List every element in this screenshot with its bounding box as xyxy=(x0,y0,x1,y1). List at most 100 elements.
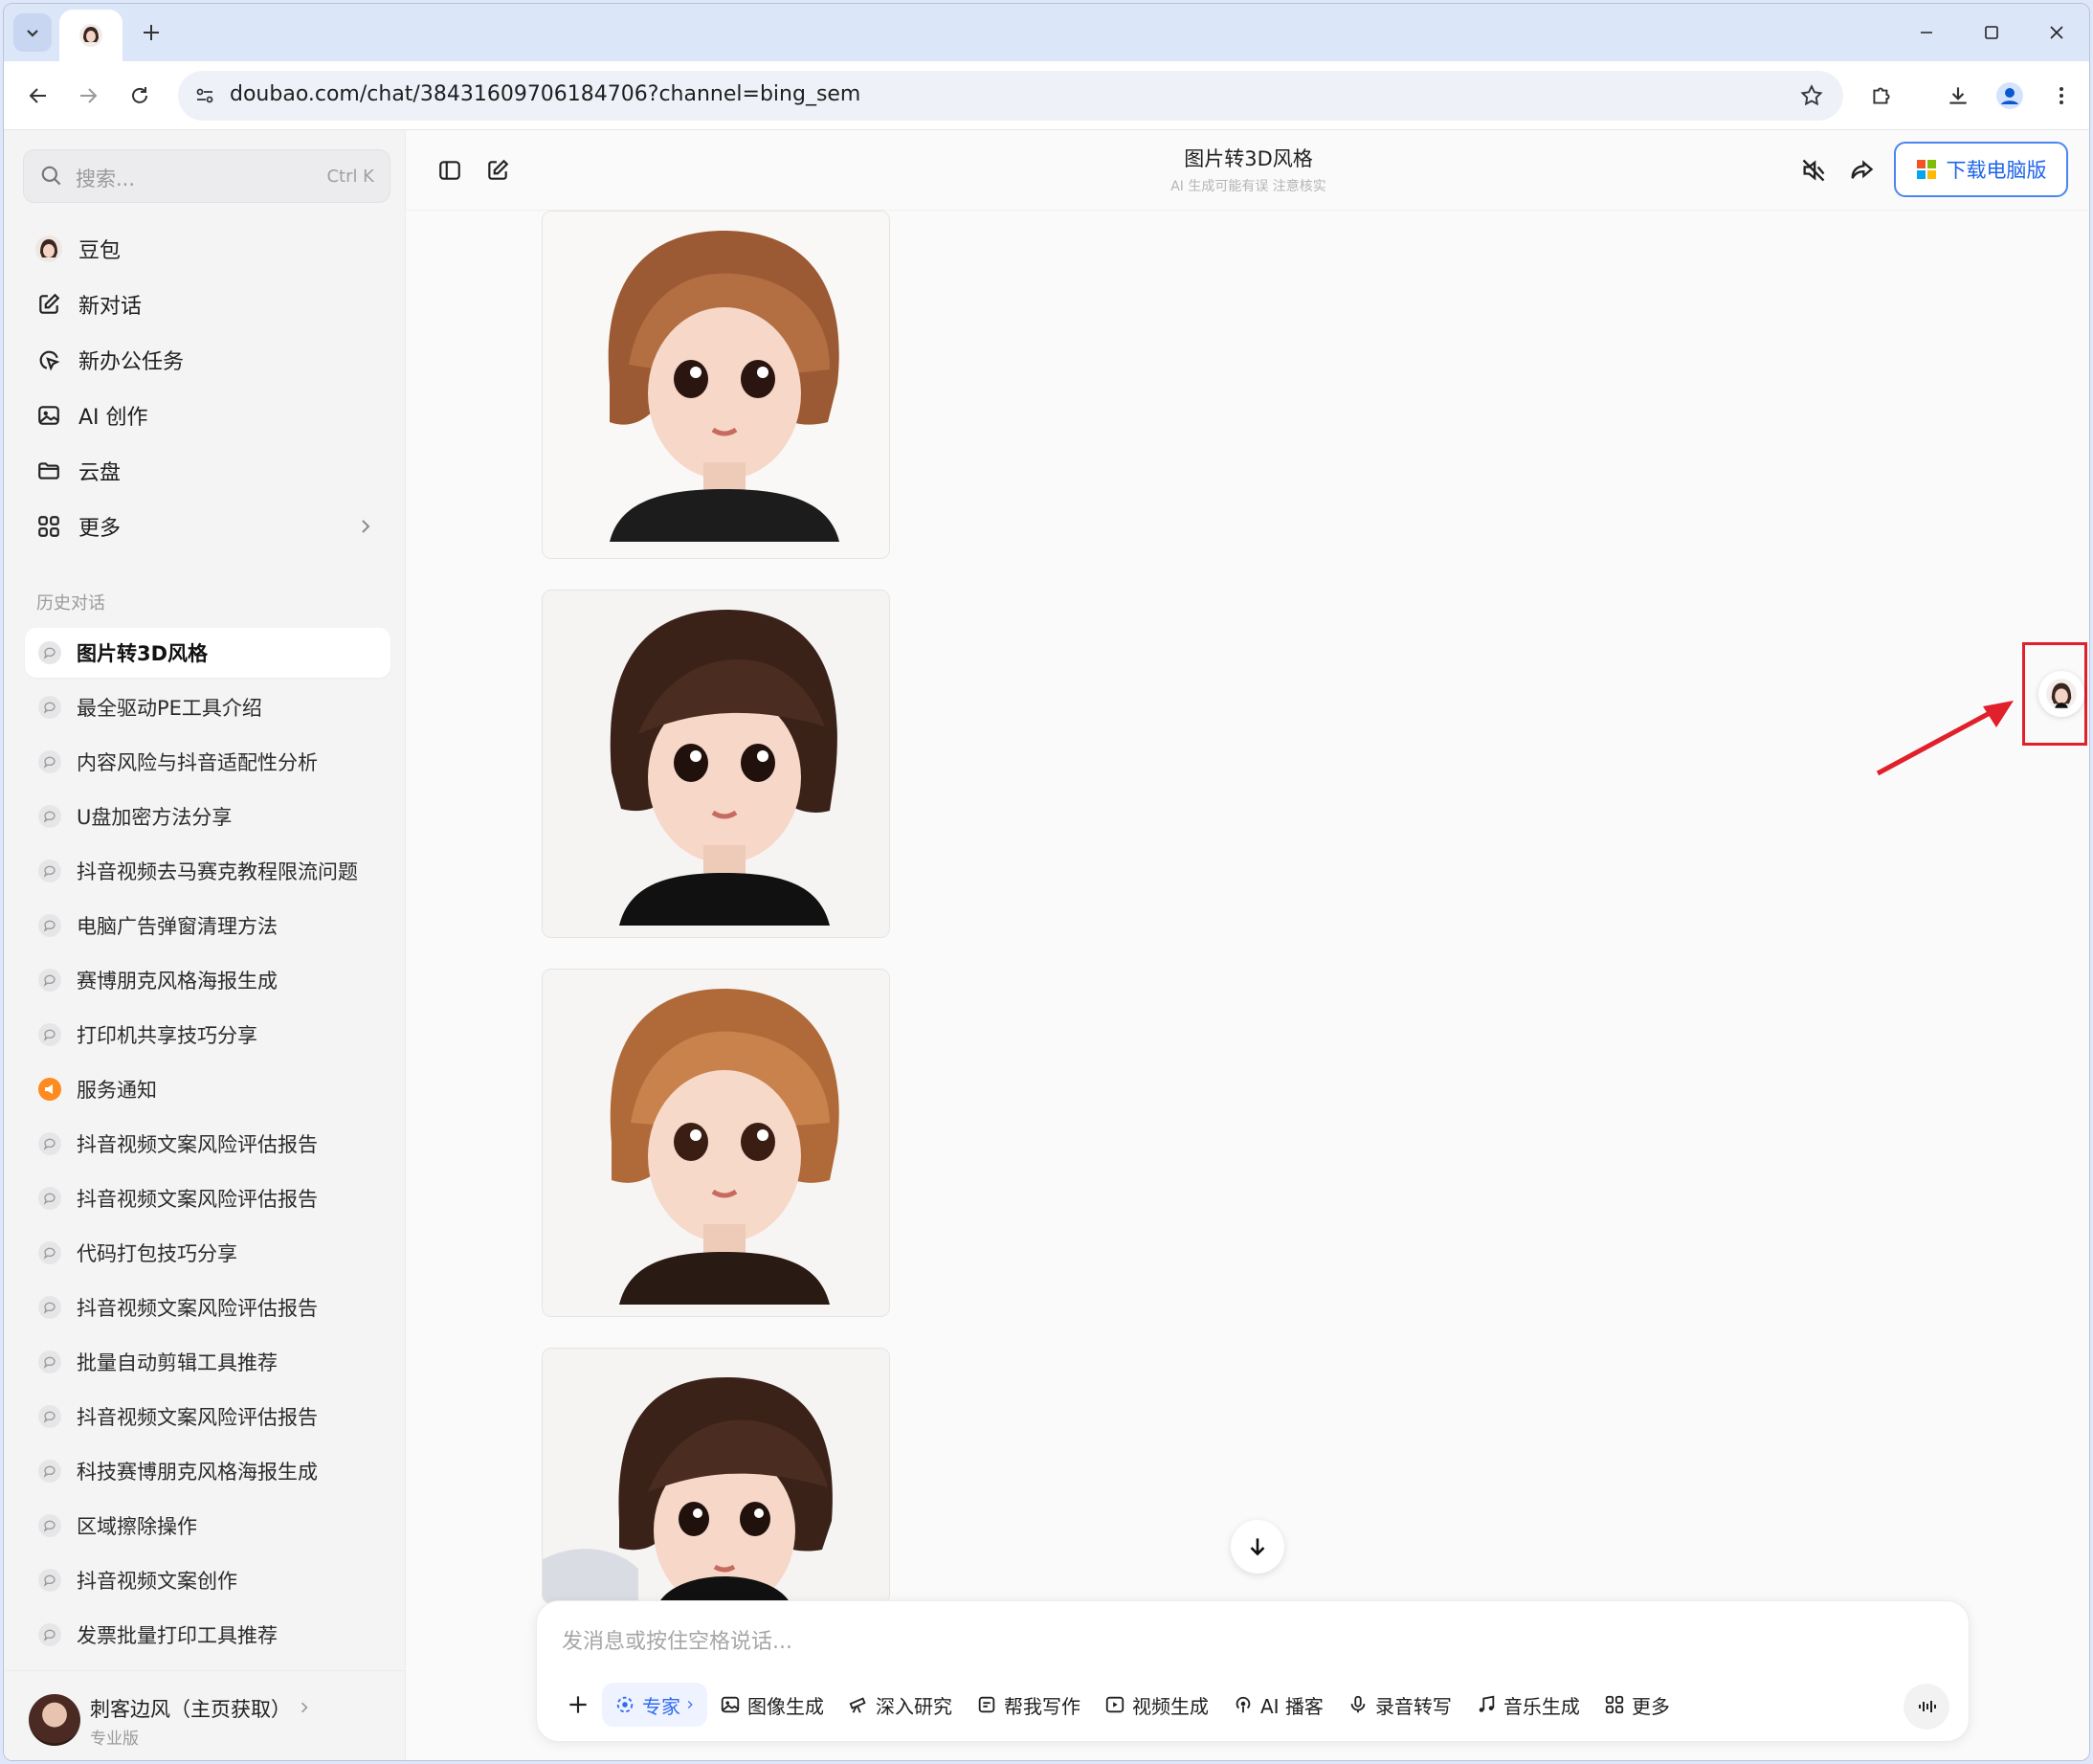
waveform-icon xyxy=(1919,1701,1936,1712)
extensions-button[interactable] xyxy=(1862,77,1901,115)
floating-assistant-button[interactable] xyxy=(2038,671,2084,717)
tool-image-generation[interactable]: 图像生成 xyxy=(707,1683,835,1727)
tool-music-generation[interactable]: 音乐生成 xyxy=(1463,1683,1592,1727)
arrow-right-icon xyxy=(80,88,98,103)
image-icon xyxy=(719,1693,742,1716)
chat-bubble-icon xyxy=(38,750,61,773)
history-item[interactable]: 打印机共享技巧分享 xyxy=(25,1010,390,1060)
history-item[interactable]: 最全驱动PE工具介绍 xyxy=(25,682,390,732)
mute-button[interactable] xyxy=(1794,151,1833,190)
generated-image-3[interactable] xyxy=(542,969,890,1317)
history-item[interactable]: 抖音视频文案风险评估报告 xyxy=(25,1392,390,1441)
history-item-notice[interactable]: 服务通知 xyxy=(25,1064,390,1114)
history-item-label: 抖音视频文案风险评估报告 xyxy=(77,1188,318,1211)
browser-menu-button[interactable] xyxy=(2042,77,2081,115)
tab-search-button[interactable] xyxy=(13,13,52,52)
scroll-to-bottom-button[interactable] xyxy=(1231,1520,1284,1574)
video-icon xyxy=(1103,1693,1126,1716)
message-composer[interactable]: 发消息或按住空格说话... 专家 图像生成 深入研究 帮我写作 视频生成 AI … xyxy=(536,1600,1970,1742)
maximize-button[interactable] xyxy=(1959,4,2024,61)
sidebar-item-ai-creation[interactable]: AI 创作 xyxy=(25,391,389,440)
history-item[interactable]: 抖音视频文案创作 xyxy=(25,1555,390,1605)
tool-label: 图像生成 xyxy=(747,1694,824,1718)
history-item[interactable]: 抖音视频文案风险评估报告 xyxy=(25,1283,390,1332)
history-item[interactable]: 抖音视频文案风险评估报告 xyxy=(25,1173,390,1223)
minimize-button[interactable] xyxy=(1894,4,1959,61)
tool-label: 专家 xyxy=(642,1694,680,1718)
chat-disclaimer: AI 生成可能有误 注意核实 xyxy=(1170,179,1326,194)
search-icon xyxy=(41,166,61,186)
windows-logo-icon xyxy=(1916,160,1936,179)
tool-transcription[interactable]: 录音转写 xyxy=(1335,1683,1463,1727)
profile-icon xyxy=(1996,82,2023,109)
history-item[interactable]: 发票批量打印工具推荐 xyxy=(25,1610,390,1660)
history-item-label: 最全驱动PE工具介绍 xyxy=(77,697,262,720)
voice-input-button[interactable] xyxy=(1904,1684,1949,1730)
sidebar-item-cloud-drive[interactable]: 云盘 xyxy=(25,446,389,496)
history-item[interactable]: 电脑广告弹窗清理方法 xyxy=(25,901,390,950)
forward-button[interactable] xyxy=(69,77,107,115)
chat-bubble-icon xyxy=(38,1623,61,1646)
tool-more[interactable]: 更多 xyxy=(1592,1683,1681,1727)
profile-button[interactable] xyxy=(1991,77,2029,115)
back-button[interactable] xyxy=(19,77,57,115)
composer-input[interactable]: 发消息或按住空格说话... xyxy=(562,1624,792,1655)
chat-bubble-icon xyxy=(38,1514,61,1537)
chat-bubble-icon xyxy=(38,1296,61,1319)
history-item[interactable]: U盘加密方法分享 xyxy=(25,792,390,841)
history-item-label: 抖音视频文案创作 xyxy=(77,1570,237,1593)
download-desktop-button[interactable]: 下载电脑版 xyxy=(1894,142,2068,197)
close-window-button[interactable] xyxy=(2024,4,2089,61)
history-item[interactable]: 区域擦除操作 xyxy=(25,1501,390,1551)
download-desktop-label: 下载电脑版 xyxy=(1946,159,2047,182)
history-item-label: 赛博朋克风格海报生成 xyxy=(77,970,278,993)
add-attachment-button[interactable] xyxy=(554,1683,602,1727)
chevron-right-icon xyxy=(301,1702,308,1713)
sidebar-item-label: 新对话 xyxy=(78,295,143,319)
tool-label: 音乐生成 xyxy=(1503,1694,1580,1718)
chat-bubble-icon xyxy=(38,1351,61,1373)
tool-deep-research[interactable]: 深入研究 xyxy=(835,1683,964,1727)
generated-image-4[interactable] xyxy=(542,1348,890,1604)
tool-label: AI 播客 xyxy=(1260,1694,1324,1718)
tool-label: 视频生成 xyxy=(1132,1694,1209,1718)
reload-button[interactable] xyxy=(121,77,159,115)
sidebar-item-doubao[interactable]: 豆包 xyxy=(25,224,389,274)
tool-writing[interactable]: 帮我写作 xyxy=(964,1683,1092,1727)
new-tab-button[interactable] xyxy=(134,15,168,50)
browser-window: doubao.com/chat/38431609706184706?channe… xyxy=(3,3,2090,1761)
more-vertical-icon xyxy=(2060,87,2063,104)
sidebar-item-more[interactable]: 更多 xyxy=(25,502,389,551)
figure-image xyxy=(543,212,889,558)
browser-tab-doubao[interactable] xyxy=(59,10,122,61)
history-item[interactable]: 抖音视频文案风险评估报告 xyxy=(25,1119,390,1169)
sidebar-item-label: 云盘 xyxy=(78,461,122,485)
tool-expert[interactable]: 专家 xyxy=(602,1683,707,1727)
user-profile[interactable]: 刺客边风（主页获取） 专业版 xyxy=(4,1670,406,1760)
tool-ai-podcast[interactable]: AI 播客 xyxy=(1220,1683,1335,1727)
history-item[interactable]: 图片转3D风格 xyxy=(25,628,390,678)
history-item[interactable]: 赛博朋克风格海报生成 xyxy=(25,955,390,1005)
history-item[interactable]: 抖音视频去马赛克教程限流问题 xyxy=(25,846,390,896)
sidebar-item-new-chat[interactable]: 新对话 xyxy=(25,279,389,329)
sidebar-search[interactable]: 搜索... Ctrl K xyxy=(23,149,390,203)
tool-video-generation[interactable]: 视频生成 xyxy=(1092,1683,1220,1727)
history-item[interactable]: 代码打包技巧分享 xyxy=(25,1228,390,1278)
history-item[interactable]: 内容风险与抖音适配性分析 xyxy=(25,737,390,787)
address-bar[interactable]: doubao.com/chat/38431609706184706?channe… xyxy=(178,71,1843,121)
browser-toolbar: doubao.com/chat/38431609706184706?channe… xyxy=(4,61,2089,130)
history-item[interactable]: 批量自动剪辑工具推荐 xyxy=(25,1337,390,1387)
chat-bubble-icon xyxy=(38,1132,61,1155)
url-text[interactable]: doubao.com/chat/38431609706184706?channe… xyxy=(230,82,860,106)
downloads-button[interactable] xyxy=(1939,77,1977,115)
chevron-right-icon xyxy=(362,520,370,533)
doubao-avatar-icon xyxy=(34,234,63,263)
history-item-label: 内容风险与抖音适配性分析 xyxy=(77,751,318,774)
sidebar-item-office-task[interactable]: 新办公任务 xyxy=(25,335,389,385)
history-item[interactable]: 科技赛博朋克风格海报生成 xyxy=(25,1446,390,1496)
generated-image-1[interactable] xyxy=(542,211,890,559)
document-icon xyxy=(975,1693,998,1716)
share-button[interactable] xyxy=(1842,151,1881,190)
chat-bubble-icon xyxy=(38,914,61,937)
generated-image-2[interactable] xyxy=(542,590,890,938)
